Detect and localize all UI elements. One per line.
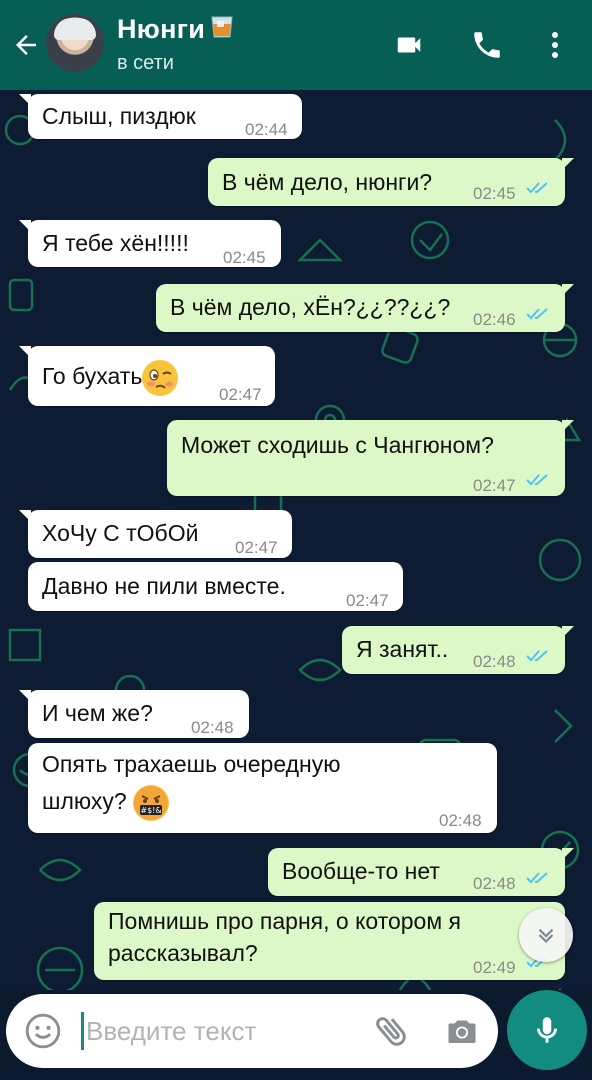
more-vert-icon [552, 32, 558, 58]
message-input[interactable] [86, 1010, 356, 1052]
woozy-face-emoji [142, 360, 179, 396]
whisky-glass-icon [208, 12, 236, 47]
message-text: Я занят.. [356, 636, 449, 662]
message-list[interactable]: Слыш, пиздюк 02:44 В чём дело, нюнги? 02… [0, 90, 592, 990]
message-text: Слыш, пиздюк [42, 103, 196, 129]
message-time: 02:46 [473, 310, 516, 329]
message-time: 02:48 [473, 652, 516, 671]
voice-message-button[interactable] [507, 990, 587, 1070]
message-text: Может сходишь с Чангюном? [181, 432, 494, 458]
back-button[interactable] [8, 25, 44, 65]
bubble-tail [19, 690, 31, 702]
bubble-tail [19, 94, 31, 106]
message-time: 02:49 [473, 958, 516, 977]
bubble-tail [562, 626, 574, 638]
contact-name[interactable]: Нюнги [117, 12, 236, 47]
avatar-hat [54, 18, 96, 40]
camera-icon [448, 1020, 476, 1043]
message-incoming[interactable]: Опять трахаешь очередную шлюху? #$!& 02:… [28, 743, 497, 833]
message-incoming[interactable]: Я тебе хён!!!!! 02:45 [19, 220, 281, 267]
bubble-tail [562, 284, 574, 296]
message-time: 02:48 [439, 811, 482, 830]
message-time: 02:48 [191, 718, 234, 737]
message-time: 02:48 [473, 874, 516, 893]
message-text: Го бухать [42, 360, 179, 396]
message-time: 02:45 [473, 184, 516, 203]
paperclip-icon [376, 1017, 406, 1046]
message-text: Я тебе хён!!!!! [42, 230, 189, 256]
message-text: Вообще-то нет [282, 858, 440, 884]
menu-button[interactable] [540, 24, 570, 66]
message-incoming[interactable]: ХоЧу С тОбОй 02:47 [19, 510, 292, 558]
read-ticks-icon [526, 650, 548, 662]
message-outgoing[interactable]: В чём дело, нюнги? 02:45 [208, 158, 574, 206]
message-outgoing[interactable]: Вообще-то нет 02:48 [268, 848, 574, 896]
emoji-icon [25, 1013, 61, 1049]
text-caret [81, 1012, 84, 1050]
video-call-icon [397, 37, 421, 53]
message-outgoing[interactable]: В чём дело, хЁн?¿¿??¿¿? 02:46 [156, 284, 574, 332]
cursing-face-emoji: #$!& [133, 785, 170, 821]
bubble-tail [19, 220, 31, 232]
message-text-content: шлюху? [42, 788, 127, 815]
contact-name-text: Нюнги [117, 14, 206, 44]
message-text: ХоЧу С тОбОй [42, 520, 199, 546]
bubble-tail [562, 420, 574, 432]
read-ticks-icon [526, 474, 548, 486]
contact-status: в сети [117, 52, 174, 74]
message-text-content: Го бухать [42, 363, 143, 390]
message-time: 02:47 [346, 591, 389, 610]
phone-icon [474, 32, 500, 58]
message-time: 02:47 [235, 538, 278, 557]
message-outgoing[interactable]: Помнишь про парня, о котором я рассказыв… [94, 902, 565, 980]
video-call-button[interactable] [388, 24, 430, 66]
message-time: 02:47 [219, 385, 262, 404]
message-text: И чем же? [42, 700, 153, 726]
chevron-down-icon [538, 928, 554, 944]
message-time: 02:45 [223, 248, 266, 267]
bubble-tail [562, 158, 574, 170]
message-text-line2: шлюху? #$!& [42, 785, 170, 821]
emoji-button[interactable] [24, 1012, 62, 1055]
message-outgoing[interactable]: Может сходишь с Чангюном? 02:47 [167, 420, 574, 496]
message-outgoing[interactable]: Я занят.. 02:48 [342, 626, 574, 674]
bubble-tail [19, 510, 31, 522]
message-text: В чём дело, хЁн?¿¿??¿¿? [170, 294, 451, 320]
message-text-line2: рассказывал? [108, 940, 258, 966]
read-ticks-icon [526, 182, 548, 194]
bubble-tail [562, 848, 574, 860]
arrow-left-icon [16, 35, 36, 55]
camera-button[interactable] [444, 1013, 480, 1054]
message-time: 02:47 [473, 476, 516, 495]
message-incoming[interactable]: Слыш, пиздюк 02:44 [19, 94, 302, 139]
read-ticks-icon [526, 308, 548, 320]
microphone-icon [537, 1017, 557, 1043]
message-time: 02:44 [245, 120, 288, 139]
scroll-to-bottom-button[interactable] [519, 908, 573, 962]
svg-text:#$!&: #$!& [140, 806, 161, 815]
message-incoming[interactable]: И чем же? 02:48 [19, 690, 249, 738]
composer [6, 994, 498, 1068]
message-text-line1: Опять трахаешь очередную [42, 751, 341, 777]
avatar[interactable] [46, 14, 104, 72]
bubble-tail [19, 346, 31, 358]
message-text: В чём дело, нюнги? [222, 169, 433, 195]
attach-button[interactable] [372, 1011, 412, 1056]
message-text: Давно не пили вместе. [42, 573, 286, 599]
message-incoming[interactable]: Го бухать 02:47 [19, 346, 275, 406]
message-incoming[interactable]: Давно не пили вместе. 02:47 [28, 562, 403, 611]
message-text-line1: Помнишь про парня, о котором я [108, 908, 462, 934]
voice-call-button[interactable] [467, 24, 507, 66]
chat-header: Нюнги в сети [0, 0, 592, 90]
read-ticks-icon [526, 872, 548, 884]
